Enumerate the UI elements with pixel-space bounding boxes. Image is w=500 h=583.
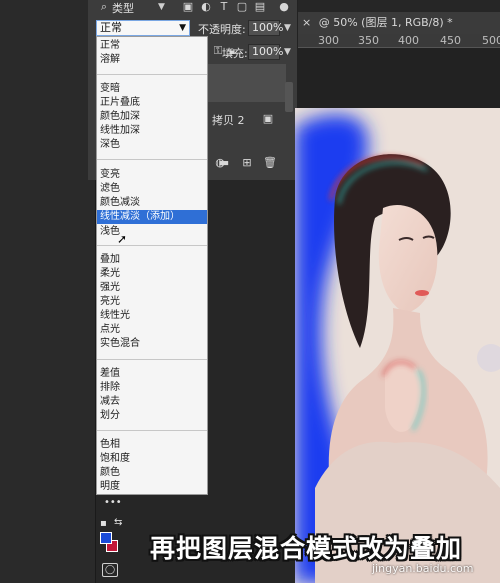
menu-item-luminosity[interactable]: 明度 — [100, 480, 120, 494]
layer-filter-row: ⌕ 类型 ▼ ▣ ◐ T ▢ ▤ ● — [96, 0, 296, 16]
menu-item-subtract[interactable]: 减去 — [100, 395, 120, 409]
ruler-tick-label: 400 — [398, 34, 419, 47]
tutorial-caption: 再把图层混合模式改为叠加 — [150, 534, 463, 563]
opacity-field[interactable]: 100% — [248, 20, 284, 36]
ruler-tick-label: 300 — [318, 34, 339, 47]
opacity-chevron-icon[interactable]: ▼ — [284, 23, 291, 33]
menu-item-saturation[interactable]: 饱和度 — [100, 452, 130, 466]
blend-mode-select[interactable]: 正常 ▼ — [96, 20, 190, 36]
menu-item-color-burn[interactable]: 颜色加深 — [100, 110, 140, 124]
menu-item-darken[interactable]: 变暗 — [100, 82, 120, 96]
new-layer-icon[interactable]: ⊞ — [241, 157, 253, 169]
filter-image-icon[interactable]: ▣ — [182, 1, 194, 13]
filter-adjustment-icon[interactable]: ◐ — [200, 1, 212, 13]
menu-item-hard-mix[interactable]: 实色混合 — [100, 337, 140, 351]
document-tab-close-icon[interactable]: × — [302, 16, 311, 29]
menu-item-overlay[interactable]: 叠加 — [100, 253, 120, 267]
menu-item-divide[interactable]: 划分 — [100, 409, 120, 423]
menu-item-hard-light[interactable]: 强光 — [100, 281, 120, 295]
document-tab[interactable]: × @ 50% (图层 1, RGB/8) * — [298, 12, 500, 34]
menu-item-pin-light[interactable]: 点光 — [100, 323, 120, 337]
menu-separator — [97, 430, 207, 431]
filter-kind-chevron-icon[interactable]: ▼ — [158, 2, 165, 12]
menu-item-hue[interactable]: 色相 — [100, 438, 120, 452]
swap-colors-icon[interactable]: ⇆ — [114, 517, 122, 528]
fill-chevron-icon[interactable]: ▼ — [284, 47, 291, 57]
watermark: jingyan.baidu.com — [372, 562, 474, 575]
filter-text-icon[interactable]: T — [218, 1, 230, 13]
blend-mode-value: 正常 — [100, 21, 122, 34]
menu-item-vivid-light[interactable]: 亮光 — [100, 295, 120, 309]
horizontal-ruler: 300 350 400 450 500 — [298, 34, 500, 48]
menu-item-dissolve[interactable]: 溶解 — [100, 53, 120, 67]
opacity-label: 不透明度: — [198, 23, 246, 36]
menu-item-color-dodge[interactable]: 颜色减淡 — [100, 196, 140, 210]
filter-kind-label[interactable]: 类型 — [112, 0, 134, 16]
photoshop-window: ⌕ 类型 ▼ ▣ ◐ T ▢ ▤ ● 正常 ▼ 不透明度: 100% ▼ ⚿ 🔒… — [0, 0, 500, 583]
menu-separator — [97, 159, 207, 160]
filter-toggle-icon[interactable]: ● — [278, 1, 290, 13]
ruler-tick-label: 450 — [440, 34, 461, 47]
ruler-tick-label: 500 — [482, 34, 500, 47]
menu-item-linear-light[interactable]: 线性光 — [100, 309, 130, 323]
menu-item-multiply[interactable]: 正片叠底 — [100, 96, 140, 110]
menu-item-difference[interactable]: 差值 — [100, 367, 120, 381]
smart-object-icon: ▣ — [262, 112, 274, 125]
menu-item-exclusion[interactable]: 排除 — [100, 381, 120, 395]
ruler-tick-label: 350 — [358, 34, 379, 47]
trash-icon[interactable]: 🗑︎ — [263, 157, 277, 169]
menu-item-soft-light[interactable]: 柔光 — [100, 267, 120, 281]
fill-value: 100% — [252, 45, 284, 58]
menu-item-darker-color[interactable]: 深色 — [100, 138, 120, 152]
menu-item-linear-burn[interactable]: 线性加深 — [100, 124, 140, 138]
canvas-pasteboard — [298, 48, 500, 110]
new-group-icon[interactable]: ▬ — [218, 157, 230, 169]
menu-item-linear-dodge-add[interactable]: 线性减淡（添加） — [97, 210, 207, 224]
mouse-cursor-icon: ➚ — [117, 232, 128, 246]
menu-separator — [97, 359, 207, 360]
menu-item-color[interactable]: 颜色 — [100, 466, 120, 480]
default-colors-icon[interactable]: ▪ — [100, 518, 107, 529]
fill-field[interactable]: 100% — [248, 44, 284, 60]
portrait-photo — [295, 108, 500, 583]
menu-separator — [97, 74, 207, 75]
quick-mask-icon[interactable]: ◯ — [102, 563, 118, 577]
layer-name-label[interactable]: 拷贝 2 — [212, 112, 245, 128]
filter-smart-object-icon[interactable]: ▤ — [254, 1, 266, 13]
menu-item-normal[interactable]: 正常 — [100, 39, 120, 53]
opacity-value: 100% — [252, 21, 284, 34]
document-tab-title: @ 50% (图层 1, RGB/8) * — [318, 16, 453, 29]
search-icon[interactable]: ⌕ — [98, 1, 110, 13]
filter-shape-icon[interactable]: ▢ — [236, 1, 248, 13]
menu-separator — [97, 245, 207, 246]
left-dark-area — [0, 0, 96, 583]
more-tools-icon[interactable]: ••• — [104, 497, 122, 508]
menu-item-screen[interactable]: 滤色 — [100, 182, 120, 196]
blend-mode-menu: 正常 溶解 变暗 正片叠底 颜色加深 线性加深 深色 变亮 滤色 颜色减淡 线性… — [96, 36, 208, 495]
foreground-color-swatch[interactable] — [100, 532, 112, 544]
layers-scrollbar[interactable] — [285, 82, 293, 112]
chevron-down-icon: ▼ — [179, 23, 186, 33]
fill-label: 填充: — [222, 47, 248, 60]
layer-row-selected[interactable] — [208, 64, 286, 102]
menu-item-lighten[interactable]: 变亮 — [100, 168, 120, 182]
document-canvas[interactable] — [295, 108, 500, 583]
